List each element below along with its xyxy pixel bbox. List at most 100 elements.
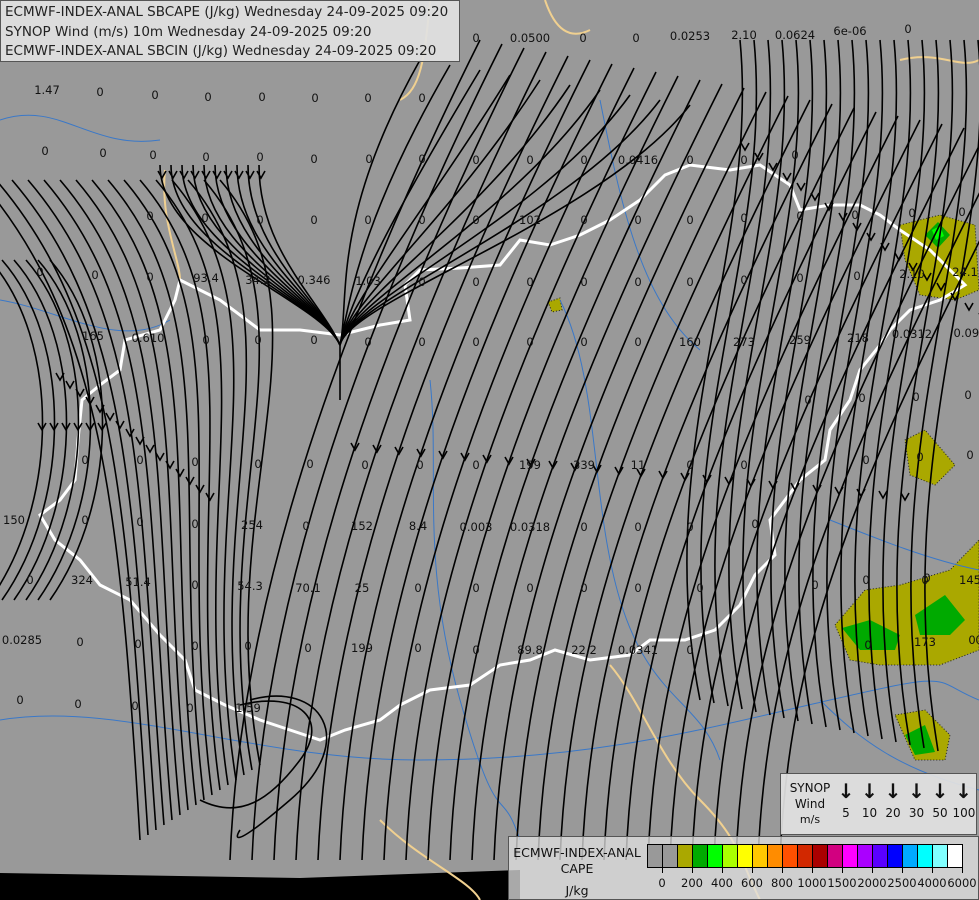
cin-value-label: 0.0341: [618, 643, 658, 657]
cin-value-label: 0.0500: [510, 31, 550, 45]
cape-tick-mark: [932, 868, 933, 873]
cape-tick-mark: [872, 868, 873, 873]
cape-color-swatch: [648, 845, 663, 867]
cin-value-label: 145: [959, 573, 979, 587]
cin-value-label: 0: [365, 152, 372, 166]
cin-value-label: 51.4: [125, 575, 151, 589]
cin-value-label: 0: [418, 152, 425, 166]
cin-value-label: 0: [966, 448, 973, 462]
cin-value-label: 0: [41, 144, 48, 158]
cape-color-swatch: [783, 845, 798, 867]
cin-value-label: 0: [16, 693, 23, 707]
cin-value-label: 0.0312: [892, 327, 932, 341]
cin-value-label: 0: [361, 458, 368, 472]
synop-label-line: SYNOP: [789, 781, 831, 795]
cin-value-label: 0: [472, 643, 479, 657]
cin-value-label: 0: [740, 273, 747, 287]
cin-value-label: 0: [472, 31, 479, 45]
cin-value-label: 0: [418, 91, 425, 105]
cape-color-swatch: [828, 845, 843, 867]
cape-label-line: CAPE: [560, 861, 594, 876]
cin-value-label: 0.0318: [510, 520, 550, 534]
cin-value-label: 0: [146, 270, 153, 284]
cin-value-label: 165: [82, 329, 104, 343]
cin-value-label: 273: [733, 335, 755, 349]
cape-tick-label: 200: [681, 876, 703, 890]
cin-value-label: 0: [191, 578, 198, 592]
arrow-down-icon: ↓: [837, 779, 855, 803]
cin-value-label: 70.1: [295, 581, 321, 595]
cin-value-label: 0.0253: [670, 29, 710, 43]
cape-label-line: J/kg: [565, 883, 589, 898]
cin-value-label: 0.346: [298, 273, 331, 287]
cape-color-swatch: [903, 845, 918, 867]
cape-color-swatch: [708, 845, 723, 867]
cin-value-label: 1.47: [34, 83, 60, 97]
cin-value-label: 0: [472, 213, 479, 227]
cape-color-swatch: [678, 845, 693, 867]
cin-value-label: 34.2: [245, 273, 271, 287]
cin-value-label: 0: [304, 641, 311, 655]
cin-value-label: 0: [634, 275, 641, 289]
synop-speed-label: 20: [885, 806, 901, 820]
cin-value-label: 0: [302, 519, 309, 533]
cin-value-label: 0: [580, 581, 587, 595]
cin-value-label: 0: [912, 390, 919, 404]
cin-value-label: 0.0416: [618, 153, 658, 167]
cin-value-label: 259: [789, 333, 811, 347]
cape-color-swatch: [693, 845, 708, 867]
cin-value-label: 0: [864, 638, 871, 652]
cin-value-label: 8.4: [409, 519, 427, 533]
cin-value-label: 0.003: [460, 520, 493, 534]
cin-value-label: 0: [99, 146, 106, 160]
synop-speed-item: ↓ 30: [906, 780, 928, 820]
cin-value-label: 0.610: [132, 331, 165, 345]
cape-color-swatch: [873, 845, 888, 867]
cin-value-label: 0: [258, 90, 265, 104]
cin-value-label: 0: [191, 455, 198, 469]
cin-value-label: 0: [186, 701, 193, 715]
cape-tick-mark: [752, 868, 753, 873]
cin-value-label: 0: [472, 153, 479, 167]
cin-value-label: 0: [201, 211, 208, 225]
cin-value-label: 0: [686, 643, 693, 657]
synop-speed-item: ↓ 5: [835, 780, 857, 820]
cin-value-label: 1.59: [235, 701, 261, 715]
cin-value-label: 25: [355, 581, 370, 595]
arrow-down-icon: ↓: [931, 779, 949, 803]
synop-label-line: m/s: [799, 813, 821, 826]
title-cin: ECMWF-INDEX-ANAL SBCIN (J/kg) Wednesday …: [5, 43, 437, 59]
cin-value-label: 0: [751, 517, 758, 531]
cin-value-label: 218: [847, 331, 869, 345]
cin-value-label: 0: [634, 335, 641, 349]
cape-color-scale: [647, 844, 963, 868]
synop-speed-label: 100: [952, 806, 976, 820]
cin-value-label: 0: [811, 578, 818, 592]
cin-value-label: 0: [908, 206, 915, 220]
cin-value-label: 0: [256, 150, 263, 164]
synop-speed-label: 30: [908, 806, 925, 820]
cape-tick-label: 600: [741, 876, 763, 890]
cin-value-label: 0: [580, 153, 587, 167]
cin-value-label: 0: [134, 637, 141, 651]
cin-value-label: 22.2: [571, 643, 597, 657]
synop-speed-label: 10: [861, 806, 878, 820]
cin-value-label: 0: [851, 208, 858, 222]
cin-value-label: 0: [686, 153, 693, 167]
cape-legend-label: ECMWF-INDEX-ANAL CAPE J/kg: [513, 845, 641, 899]
cin-value-label: 0.097: [954, 326, 979, 340]
cin-value-label: 0: [862, 453, 869, 467]
cape-color-swatch: [813, 845, 828, 867]
arrow-down-icon: ↓: [908, 779, 925, 803]
cape-label-line: ECMWF-INDEX-ANAL: [513, 845, 641, 860]
cin-value-label: 0: [579, 31, 586, 45]
synop-speed-label: 50: [932, 806, 948, 820]
arrow-down-icon: ↓: [955, 779, 972, 803]
synop-wind-legend: SYNOP Wind m/s ↓ 5 ↓ 10 ↓ 20 ↓ 30 ↓ 50 ↓ 100: [780, 773, 977, 835]
cape-tick-label: 2500: [887, 876, 917, 890]
cin-value-label: 0: [686, 213, 693, 227]
cin-value-label: 0: [310, 333, 317, 347]
cin-value-label: 0: [81, 513, 88, 527]
cin-value-label: 0: [131, 699, 138, 713]
cin-value-label: 0: [191, 639, 198, 653]
